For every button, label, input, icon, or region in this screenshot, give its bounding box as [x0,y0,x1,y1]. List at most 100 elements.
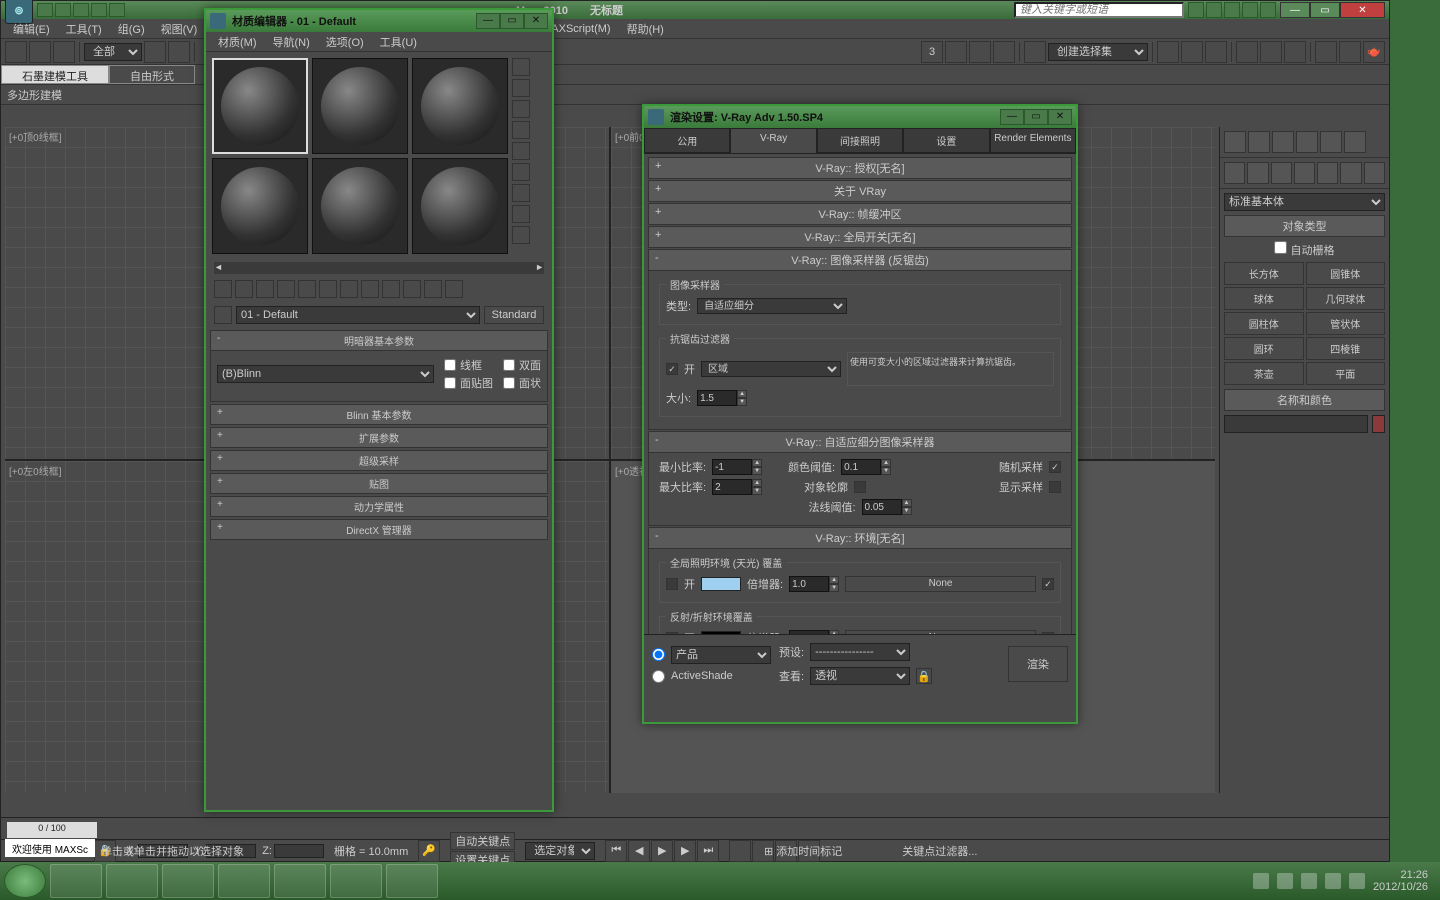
lights-icon[interactable] [1271,162,1292,184]
ribbon-tab-graphite[interactable]: 石墨建模工具 [1,65,109,84]
link-icon[interactable] [5,41,27,63]
refl-env-on-checkbox[interactable] [666,632,678,634]
mat-menu-options[interactable]: 选项(O) [318,32,372,51]
vray-auth-header[interactable]: +V-Ray:: 授权[无名] [648,157,1072,179]
name-color-header[interactable]: 名称和颜色 [1224,389,1385,411]
add-time-tag[interactable]: ⊞ 添加时间标记 [764,843,842,859]
wire-checkbox[interactable]: 线框 [444,357,493,373]
render-icon[interactable]: 🫖 [1363,41,1385,63]
gi-env-mult-spinner[interactable]: ▲▼ [789,576,839,592]
render-frame-icon[interactable] [1339,41,1361,63]
render-maximize-button[interactable]: ▭ [1024,109,1048,125]
mat-close-button[interactable]: ✕ [524,13,548,29]
refl-env-color-swatch[interactable] [701,631,741,634]
prim-geosphere-button[interactable]: 几何球体 [1306,287,1386,310]
maximize-button[interactable]: ▭ [1310,2,1340,18]
vray-global-switches-header[interactable]: +V-Ray:: 全局开关[无名] [648,226,1072,248]
viewport-label-left[interactable]: [+0左0线框] [9,463,62,478]
qat-redo-icon[interactable] [109,3,125,17]
taskbar-app-5[interactable] [330,864,382,898]
gi-env-map-on-checkbox[interactable] [1042,578,1054,590]
vray-framebuffer-header[interactable]: +V-Ray:: 帧缓冲区 [648,203,1072,225]
unlink-icon[interactable] [29,41,51,63]
prim-sphere-button[interactable]: 球体 [1224,287,1304,310]
angle-snap-icon[interactable] [945,41,967,63]
helpers-icon[interactable] [1317,162,1338,184]
sample-slot-6[interactable] [412,158,508,254]
reset-map-icon[interactable] [277,280,295,298]
vray-about-header[interactable]: +关于 VRay [648,180,1072,202]
prim-cylinder-button[interactable]: 圆柱体 [1224,312,1304,335]
percent-snap-icon[interactable] [969,41,991,63]
material-id-icon[interactable] [361,280,379,298]
mat-menu-utilities[interactable]: 工具(U) [372,32,425,51]
aa-on-checkbox[interactable] [666,363,678,375]
menu-views[interactable]: 视图(V) [153,19,206,39]
named-sets-edit-icon[interactable] [1024,41,1046,63]
object-color-swatch[interactable] [1372,415,1385,433]
render-close-button[interactable]: ✕ [1048,109,1072,125]
prim-tube-button[interactable]: 管状体 [1306,312,1386,335]
taskbar-app-1[interactable] [50,864,102,898]
schematic-view-icon[interactable] [1260,41,1282,63]
prim-plane-button[interactable]: 平面 [1306,362,1386,385]
backlight-icon[interactable] [512,79,530,97]
make-copy-icon[interactable] [298,280,316,298]
shader-basic-params-header[interactable]: 明暗器基本参数 [210,330,548,351]
dynamics-header[interactable]: 动力学属性 [210,496,548,517]
preset-dropdown[interactable]: ---------------- [810,643,910,661]
get-material-icon[interactable] [214,280,232,298]
directx-manager-header[interactable]: DirectX 管理器 [210,519,548,540]
view-dropdown[interactable]: 透视 [810,667,910,685]
tray-icon-2[interactable] [1277,873,1293,889]
help-icon[interactable] [1260,2,1276,18]
min-rate-spinner[interactable]: ▲▼ [712,459,762,475]
sample-scrollbar[interactable] [214,262,544,274]
hierarchy-tab-icon[interactable] [1272,131,1294,153]
qat-save-icon[interactable] [73,3,89,17]
geometry-icon[interactable] [1224,162,1245,184]
mirror-icon[interactable] [1157,41,1179,63]
create-tab-icon[interactable] [1224,131,1246,153]
help-search-input[interactable] [1014,2,1184,18]
color-thresh-spinner[interactable]: ▲▼ [841,459,891,475]
taskbar-app-3[interactable] [162,864,214,898]
taskbar-3dsmax[interactable] [386,864,438,898]
bind-spacewarp-icon[interactable] [53,41,75,63]
go-parent-icon[interactable] [424,280,442,298]
key-icon[interactable] [1206,2,1222,18]
object-type-header[interactable]: 对象类型 [1224,215,1385,237]
gi-env-color-swatch[interactable] [701,577,741,591]
systems-icon[interactable] [1364,162,1385,184]
make-preview-icon[interactable] [512,163,530,181]
sampler-type-dropdown[interactable]: 自适应细分 [697,298,847,314]
tab-indirect[interactable]: 间接照明 [817,128,903,153]
vray-adaptive-subdiv-header[interactable]: -V-Ray:: 自适应细分图像采样器 [648,431,1072,453]
close-button[interactable]: ✕ [1340,2,1385,18]
gi-env-on-checkbox[interactable] [666,578,678,590]
curve-editor-icon[interactable] [1236,41,1258,63]
autogrid-checkbox[interactable]: 自动栅格 [1274,245,1334,257]
spinner-snap-icon[interactable] [993,41,1015,63]
mat-minimize-button[interactable]: — [476,13,500,29]
menu-group[interactable]: 组(G) [110,19,153,39]
utilities-tab-icon[interactable] [1344,131,1366,153]
activeshade-radio[interactable] [652,670,665,683]
timeline-frame-indicator[interactable]: 0 / 100 [7,822,97,838]
aa-size-spinner[interactable]: ▲▼ [697,390,747,406]
tab-vray[interactable]: V-Ray [730,128,816,153]
view-lock-icon[interactable]: 🔒 [916,668,932,684]
favorites-icon[interactable] [1242,2,1258,18]
prim-torus-button[interactable]: 圆环 [1224,337,1304,360]
sample-slot-1[interactable] [212,58,308,154]
mat-menu-material[interactable]: 材质(M) [210,32,265,51]
menu-edit[interactable]: 编辑(E) [5,19,58,39]
pick-material-icon[interactable] [214,306,232,324]
start-button[interactable] [4,864,46,898]
production-dropdown[interactable]: 产品 [671,646,771,664]
extended-params-header[interactable]: 扩展参数 [210,427,548,448]
qat-new-icon[interactable] [37,3,53,17]
qat-undo-icon[interactable] [91,3,107,17]
key-filters-button[interactable]: 关键点过滤器... [902,843,977,859]
tab-render-elements[interactable]: Render Elements [990,128,1076,153]
